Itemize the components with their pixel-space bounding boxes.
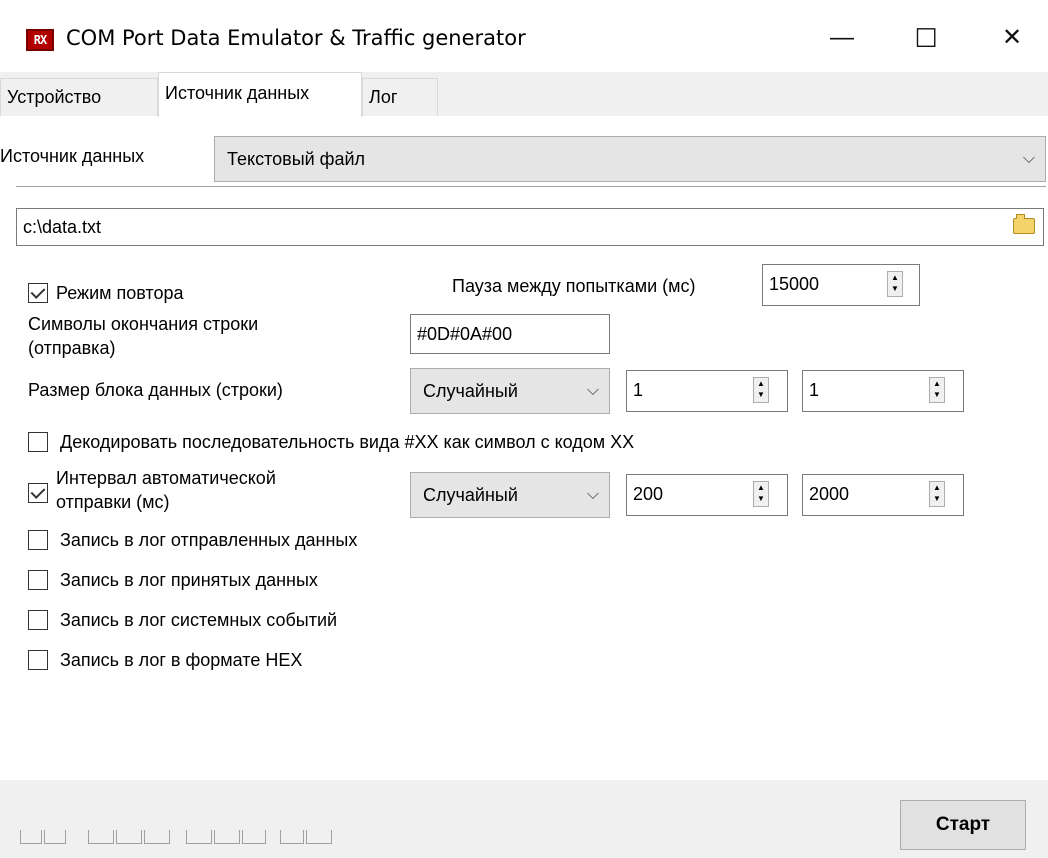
block-size-max-spinner[interactable]: 1 ▲ ▼ <box>802 370 964 412</box>
start-button[interactable]: Старт <box>900 800 1026 850</box>
status-segment <box>20 830 42 844</box>
chevron-down-icon: ⌵ <box>586 486 599 503</box>
auto-interval-mode-select[interactable]: Случайный ⌵ <box>410 472 610 518</box>
status-segment <box>44 830 66 844</box>
log-hex-checkbox[interactable] <box>28 650 48 670</box>
line-end-field[interactable]: #0D#0A#00 <box>410 314 610 354</box>
pause-label: Пауза между попытками (мс) <box>452 276 696 296</box>
block-size-max-value: 1 <box>809 380 820 400</box>
separator <box>16 186 1046 188</box>
status-segment <box>214 830 240 844</box>
spin-updown-icon[interactable]: ▲ ▼ <box>753 481 769 507</box>
auto-interval-checkbox[interactable] <box>28 483 48 503</box>
log-hex-label: Запись в лог в формате HEX <box>60 650 303 670</box>
auto-interval-min-value: 200 <box>633 484 664 504</box>
auto-interval-max-spinner[interactable]: 2000 ▲ ▼ <box>802 474 964 516</box>
line-end-label-2: (отправка) <box>28 338 116 358</box>
auto-interval-max-value: 2000 <box>809 484 850 504</box>
source-select[interactable]: Текстовый файл ⌵ <box>214 136 1046 182</box>
auto-interval-min-spinner[interactable]: 200 ▲ ▼ <box>626 474 788 516</box>
app-icon: RX <box>26 29 54 51</box>
decode-checkbox[interactable] <box>28 432 48 452</box>
status-segment <box>88 830 114 844</box>
log-received-label: Запись в лог принятых данных <box>60 570 318 590</box>
block-size-mode-value: Случайный <box>423 381 518 401</box>
tab-log[interactable]: Лог <box>362 78 438 116</box>
repeat-mode-label: Режим повтора <box>56 283 184 303</box>
file-path-value: c:\data.txt <box>23 217 102 237</box>
maximize-button[interactable]: ☐ <box>898 18 954 58</box>
block-size-min-spinner[interactable]: 1 ▲ ▼ <box>626 370 788 412</box>
status-segment <box>116 830 142 844</box>
auto-interval-label-1: Интервал автоматической <box>56 468 276 488</box>
block-size-mode-select[interactable]: Случайный ⌵ <box>410 368 610 414</box>
log-sent-checkbox[interactable] <box>28 530 48 550</box>
close-button[interactable]: ✕ <box>984 18 1040 58</box>
chevron-down-icon: ⌵ <box>586 382 599 399</box>
status-segment <box>144 830 170 844</box>
tab-data-source[interactable]: Источник данных <box>158 72 362 117</box>
minimize-button[interactable]: — <box>814 18 870 58</box>
decode-label: Декодировать последовательность вида #XX… <box>60 432 635 452</box>
status-segment <box>186 830 212 844</box>
log-received-checkbox[interactable] <box>28 570 48 590</box>
source-label: Источник данных <box>0 146 145 166</box>
block-size-label: Размер блока данных (строки) <box>28 380 283 400</box>
spin-updown-icon[interactable]: ▲ ▼ <box>929 377 945 403</box>
window-title: COM Port Data Emulator & Traffic generat… <box>66 26 526 50</box>
file-path-field[interactable]: c:\data.txt <box>16 208 1044 246</box>
log-system-label: Запись в лог системных событий <box>60 610 338 630</box>
source-select-value: Текстовый файл <box>227 149 366 169</box>
tab-device[interactable]: Устройство <box>0 78 158 116</box>
chevron-down-icon: ⌵ <box>1022 150 1035 167</box>
pause-spinner[interactable]: 15000 ▲ ▼ <box>762 264 920 306</box>
block-size-min-value: 1 <box>633 380 644 400</box>
folder-open-icon[interactable] <box>1013 214 1035 234</box>
spin-updown-icon[interactable]: ▲ ▼ <box>753 377 769 403</box>
status-segment <box>242 830 266 844</box>
auto-interval-label-2: отправки (мс) <box>56 492 170 512</box>
log-system-checkbox[interactable] <box>28 610 48 630</box>
log-sent-label: Запись в лог отправленных данных <box>60 530 358 550</box>
spin-updown-icon[interactable]: ▲ ▼ <box>887 271 903 297</box>
status-segment <box>306 830 332 844</box>
repeat-mode-checkbox[interactable] <box>28 283 48 303</box>
status-segment <box>280 830 304 844</box>
auto-interval-mode-value: Случайный <box>423 485 518 505</box>
line-end-label-1: Символы окончания строки <box>28 314 259 334</box>
pause-value: 15000 <box>769 274 820 294</box>
spin-updown-icon[interactable]: ▲ ▼ <box>929 481 945 507</box>
